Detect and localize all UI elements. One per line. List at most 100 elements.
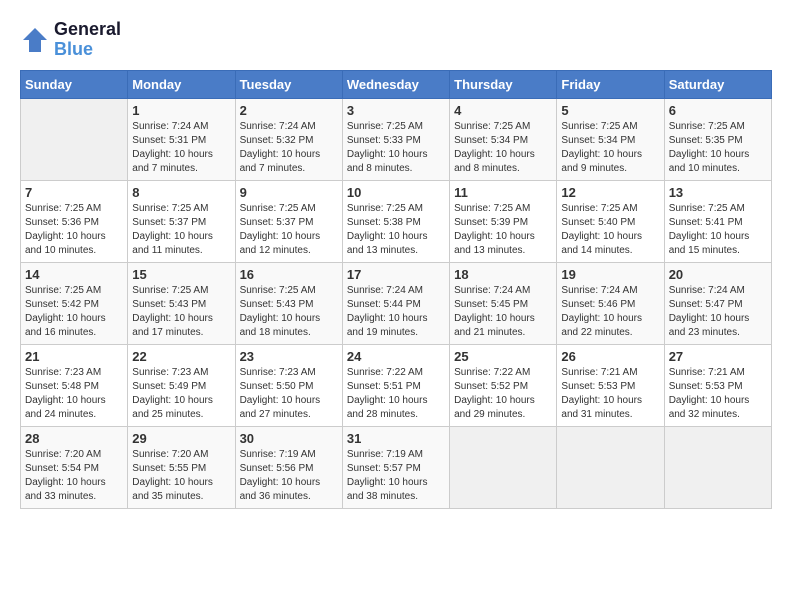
calendar-cell [21, 98, 128, 180]
calendar-cell: 13 Sunrise: 7:25 AM Sunset: 5:41 PM Dayl… [664, 180, 771, 262]
sunrise: Sunrise: 7:23 AM [240, 366, 338, 380]
calendar-cell: 16 Sunrise: 7:25 AM Sunset: 5:43 PM Dayl… [235, 262, 342, 344]
day-number: 13 [669, 185, 767, 200]
calendar-cell: 27 Sunrise: 7:21 AM Sunset: 5:53 PM Dayl… [664, 344, 771, 426]
daylight: Daylight: 10 hours and 13 minutes. [347, 230, 445, 258]
day-info: Sunrise: 7:19 AM Sunset: 5:57 PM Dayligh… [347, 448, 445, 504]
sunset: Sunset: 5:39 PM [454, 216, 552, 230]
day-info: Sunrise: 7:25 AM Sunset: 5:43 PM Dayligh… [132, 284, 230, 340]
day-number: 21 [25, 349, 123, 364]
weekday-header-friday: Friday [557, 70, 664, 98]
day-info: Sunrise: 7:24 AM Sunset: 5:47 PM Dayligh… [669, 284, 767, 340]
calendar-cell: 11 Sunrise: 7:25 AM Sunset: 5:39 PM Dayl… [450, 180, 557, 262]
day-info: Sunrise: 7:25 AM Sunset: 5:33 PM Dayligh… [347, 120, 445, 176]
sunset: Sunset: 5:41 PM [669, 216, 767, 230]
day-info: Sunrise: 7:19 AM Sunset: 5:56 PM Dayligh… [240, 448, 338, 504]
sunset: Sunset: 5:35 PM [669, 134, 767, 148]
sunset: Sunset: 5:51 PM [347, 380, 445, 394]
sunrise: Sunrise: 7:25 AM [454, 120, 552, 134]
sunset: Sunset: 5:45 PM [454, 298, 552, 312]
calendar-cell: 20 Sunrise: 7:24 AM Sunset: 5:47 PM Dayl… [664, 262, 771, 344]
calendar-cell: 31 Sunrise: 7:19 AM Sunset: 5:57 PM Dayl… [342, 426, 449, 508]
day-number: 26 [561, 349, 659, 364]
day-info: Sunrise: 7:20 AM Sunset: 5:55 PM Dayligh… [132, 448, 230, 504]
calendar-cell: 21 Sunrise: 7:23 AM Sunset: 5:48 PM Dayl… [21, 344, 128, 426]
sunrise: Sunrise: 7:25 AM [561, 120, 659, 134]
day-number: 30 [240, 431, 338, 446]
sunrise: Sunrise: 7:24 AM [454, 284, 552, 298]
weekday-header-wednesday: Wednesday [342, 70, 449, 98]
day-info: Sunrise: 7:20 AM Sunset: 5:54 PM Dayligh… [25, 448, 123, 504]
weekday-header-monday: Monday [128, 70, 235, 98]
sunrise: Sunrise: 7:22 AM [347, 366, 445, 380]
sunrise: Sunrise: 7:23 AM [25, 366, 123, 380]
day-number: 23 [240, 349, 338, 364]
day-info: Sunrise: 7:25 AM Sunset: 5:41 PM Dayligh… [669, 202, 767, 258]
daylight: Daylight: 10 hours and 32 minutes. [669, 394, 767, 422]
logo-text: General Blue [54, 20, 121, 60]
day-info: Sunrise: 7:24 AM Sunset: 5:45 PM Dayligh… [454, 284, 552, 340]
day-info: Sunrise: 7:25 AM Sunset: 5:43 PM Dayligh… [240, 284, 338, 340]
daylight: Daylight: 10 hours and 21 minutes. [454, 312, 552, 340]
day-number: 28 [25, 431, 123, 446]
calendar-cell: 17 Sunrise: 7:24 AM Sunset: 5:44 PM Dayl… [342, 262, 449, 344]
sunset: Sunset: 5:46 PM [561, 298, 659, 312]
sunset: Sunset: 5:43 PM [240, 298, 338, 312]
day-number: 19 [561, 267, 659, 282]
calendar-table: SundayMondayTuesdayWednesdayThursdayFrid… [20, 70, 772, 509]
day-info: Sunrise: 7:25 AM Sunset: 5:37 PM Dayligh… [132, 202, 230, 258]
daylight: Daylight: 10 hours and 17 minutes. [132, 312, 230, 340]
sunrise: Sunrise: 7:21 AM [669, 366, 767, 380]
day-info: Sunrise: 7:21 AM Sunset: 5:53 PM Dayligh… [669, 366, 767, 422]
sunrise: Sunrise: 7:24 AM [669, 284, 767, 298]
day-info: Sunrise: 7:23 AM Sunset: 5:50 PM Dayligh… [240, 366, 338, 422]
day-info: Sunrise: 7:25 AM Sunset: 5:42 PM Dayligh… [25, 284, 123, 340]
day-info: Sunrise: 7:24 AM Sunset: 5:44 PM Dayligh… [347, 284, 445, 340]
sunrise: Sunrise: 7:22 AM [454, 366, 552, 380]
calendar-cell: 28 Sunrise: 7:20 AM Sunset: 5:54 PM Dayl… [21, 426, 128, 508]
day-info: Sunrise: 7:25 AM Sunset: 5:40 PM Dayligh… [561, 202, 659, 258]
day-number: 31 [347, 431, 445, 446]
daylight: Daylight: 10 hours and 18 minutes. [240, 312, 338, 340]
daylight: Daylight: 10 hours and 8 minutes. [347, 148, 445, 176]
day-number: 2 [240, 103, 338, 118]
day-info: Sunrise: 7:23 AM Sunset: 5:48 PM Dayligh… [25, 366, 123, 422]
calendar-cell: 7 Sunrise: 7:25 AM Sunset: 5:36 PM Dayli… [21, 180, 128, 262]
calendar-cell [557, 426, 664, 508]
calendar-cell: 15 Sunrise: 7:25 AM Sunset: 5:43 PM Dayl… [128, 262, 235, 344]
day-number: 1 [132, 103, 230, 118]
calendar-cell: 1 Sunrise: 7:24 AM Sunset: 5:31 PM Dayli… [128, 98, 235, 180]
calendar-cell: 24 Sunrise: 7:22 AM Sunset: 5:51 PM Dayl… [342, 344, 449, 426]
day-info: Sunrise: 7:25 AM Sunset: 5:36 PM Dayligh… [25, 202, 123, 258]
sunrise: Sunrise: 7:24 AM [347, 284, 445, 298]
sunset: Sunset: 5:36 PM [25, 216, 123, 230]
sunset: Sunset: 5:31 PM [132, 134, 230, 148]
daylight: Daylight: 10 hours and 8 minutes. [454, 148, 552, 176]
sunrise: Sunrise: 7:21 AM [561, 366, 659, 380]
sunset: Sunset: 5:47 PM [669, 298, 767, 312]
calendar-cell: 14 Sunrise: 7:25 AM Sunset: 5:42 PM Dayl… [21, 262, 128, 344]
day-info: Sunrise: 7:24 AM Sunset: 5:46 PM Dayligh… [561, 284, 659, 340]
daylight: Daylight: 10 hours and 38 minutes. [347, 476, 445, 504]
calendar-cell: 19 Sunrise: 7:24 AM Sunset: 5:46 PM Dayl… [557, 262, 664, 344]
weekday-header-thursday: Thursday [450, 70, 557, 98]
day-info: Sunrise: 7:24 AM Sunset: 5:31 PM Dayligh… [132, 120, 230, 176]
day-number: 16 [240, 267, 338, 282]
day-info: Sunrise: 7:25 AM Sunset: 5:37 PM Dayligh… [240, 202, 338, 258]
day-info: Sunrise: 7:25 AM Sunset: 5:35 PM Dayligh… [669, 120, 767, 176]
day-number: 8 [132, 185, 230, 200]
sunset: Sunset: 5:52 PM [454, 380, 552, 394]
day-number: 6 [669, 103, 767, 118]
day-info: Sunrise: 7:22 AM Sunset: 5:51 PM Dayligh… [347, 366, 445, 422]
calendar-cell: 4 Sunrise: 7:25 AM Sunset: 5:34 PM Dayli… [450, 98, 557, 180]
calendar-cell: 26 Sunrise: 7:21 AM Sunset: 5:53 PM Dayl… [557, 344, 664, 426]
day-number: 5 [561, 103, 659, 118]
day-number: 12 [561, 185, 659, 200]
calendar-cell: 30 Sunrise: 7:19 AM Sunset: 5:56 PM Dayl… [235, 426, 342, 508]
sunrise: Sunrise: 7:25 AM [25, 202, 123, 216]
day-number: 11 [454, 185, 552, 200]
daylight: Daylight: 10 hours and 25 minutes. [132, 394, 230, 422]
sunset: Sunset: 5:37 PM [240, 216, 338, 230]
daylight: Daylight: 10 hours and 23 minutes. [669, 312, 767, 340]
calendar-cell: 5 Sunrise: 7:25 AM Sunset: 5:34 PM Dayli… [557, 98, 664, 180]
